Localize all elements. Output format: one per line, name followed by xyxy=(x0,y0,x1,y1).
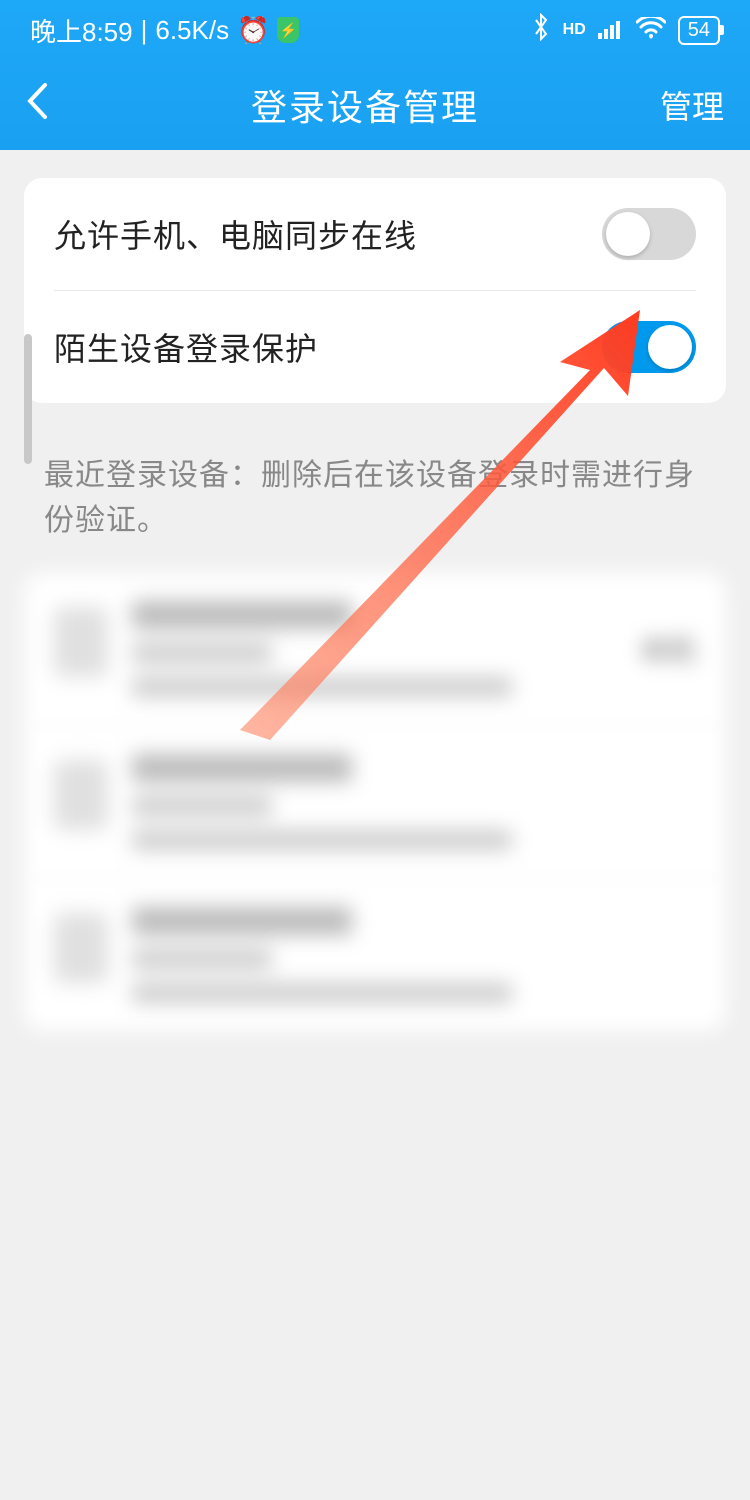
hd-icon: HD xyxy=(563,21,586,39)
navigation-bar: 登录设备管理 管理 xyxy=(0,60,750,150)
local-device-tag: 本机 xyxy=(640,629,696,669)
status-separator: | xyxy=(141,15,148,46)
wifi-icon xyxy=(636,15,666,46)
device-item[interactable]: 本机 xyxy=(24,573,726,726)
bluetooth-icon xyxy=(531,13,551,48)
device-sub-blurred xyxy=(132,949,272,969)
device-name-blurred xyxy=(132,601,352,629)
toggle-knob xyxy=(648,325,692,369)
device-icon xyxy=(54,760,108,830)
device-detail-blurred xyxy=(132,830,512,850)
signal-icon xyxy=(598,15,624,46)
page-title: 登录设备管理 xyxy=(251,79,479,131)
sync-online-row: 允许手机、电脑同步在线 xyxy=(24,178,726,290)
device-icon xyxy=(54,913,108,983)
settings-card: 允许手机、电脑同步在线 陌生设备登录保护 xyxy=(24,178,726,403)
device-detail-blurred xyxy=(132,677,512,697)
shield-icon: ⚡ xyxy=(277,17,299,43)
device-info xyxy=(132,601,616,697)
device-detail-blurred xyxy=(132,983,512,1003)
status-speed: 6.5K/s xyxy=(155,15,229,46)
device-protect-toggle[interactable] xyxy=(602,321,696,373)
status-right: HD 54 xyxy=(531,13,720,48)
back-button[interactable] xyxy=(26,82,86,128)
device-sub-blurred xyxy=(132,643,272,663)
status-time: 晚上8:59 xyxy=(30,12,133,49)
manage-button[interactable]: 管理 xyxy=(644,82,724,128)
device-icon xyxy=(54,607,108,677)
sync-online-label: 允许手机、电脑同步在线 xyxy=(54,211,417,257)
scroll-indicator xyxy=(24,334,32,464)
device-protect-label: 陌生设备登录保护 xyxy=(54,324,318,370)
sync-online-toggle[interactable] xyxy=(602,208,696,260)
device-info xyxy=(132,907,696,1003)
device-protect-row: 陌生设备登录保护 xyxy=(24,291,726,403)
device-list: 本机 xyxy=(24,573,726,1031)
device-item[interactable] xyxy=(24,879,726,1031)
device-name-blurred xyxy=(132,754,352,782)
battery-indicator: 54 xyxy=(678,16,720,45)
status-left: 晚上8:59 | 6.5K/s ⏰ ⚡ xyxy=(30,12,299,49)
toggle-knob xyxy=(606,212,650,256)
status-bar: 晚上8:59 | 6.5K/s ⏰ ⚡ HD 54 xyxy=(0,0,750,60)
device-sub-blurred xyxy=(132,796,272,816)
alarm-icon: ⏰ xyxy=(237,15,269,46)
info-text: 最近登录设备：删除后在该设备登录时需进行身份验证。 xyxy=(0,403,750,573)
device-name-blurred xyxy=(132,907,352,935)
content-area: 允许手机、电脑同步在线 陌生设备登录保护 最近登录设备：删除后在该设备登录时需进… xyxy=(0,178,750,1031)
device-info xyxy=(132,754,696,850)
battery-level: 54 xyxy=(688,19,710,41)
device-item[interactable] xyxy=(24,726,726,879)
